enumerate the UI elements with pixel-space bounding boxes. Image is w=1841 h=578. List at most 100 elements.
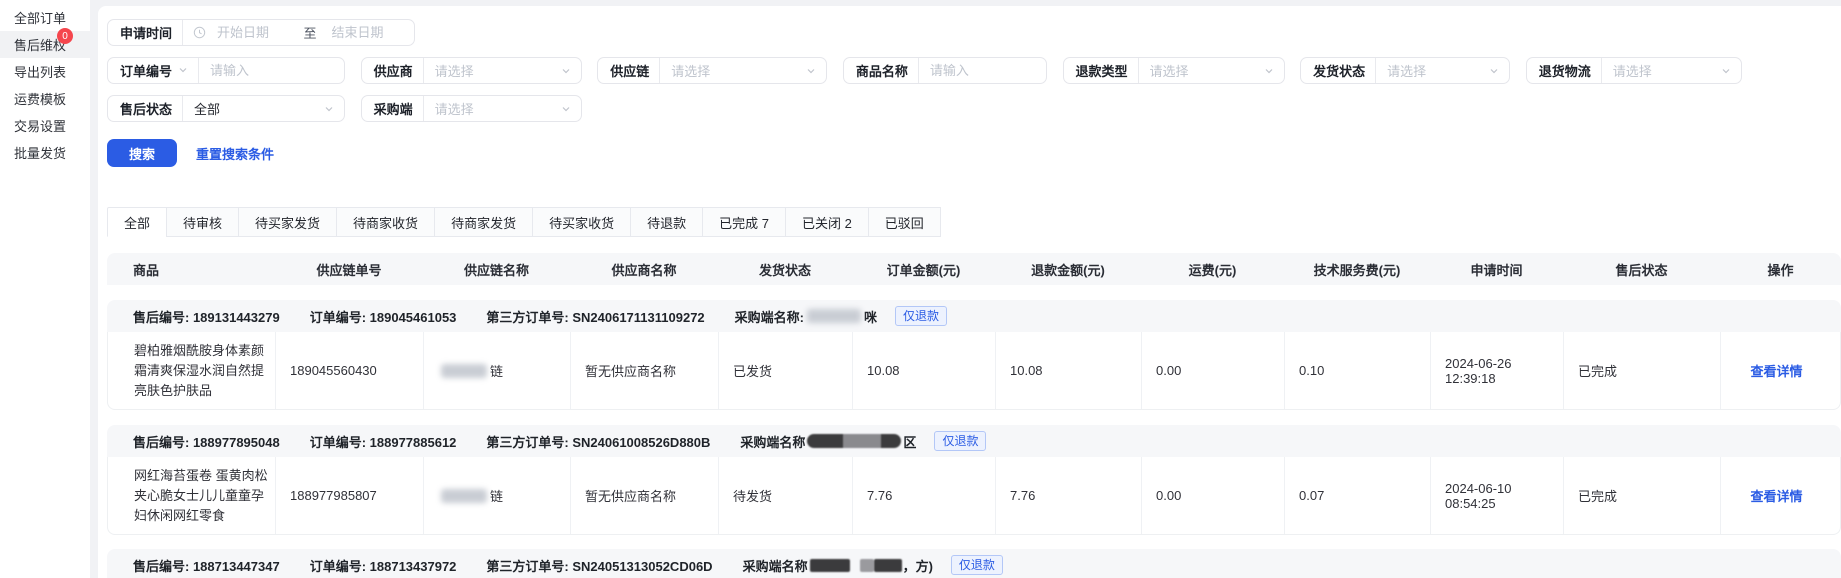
redacted-text (807, 434, 901, 448)
tab-buyer-to-ship[interactable]: 待买家发货 (238, 207, 337, 237)
start-date-input[interactable] (206, 25, 299, 40)
sidebar-item-trade-settings[interactable]: 交易设置 (0, 112, 90, 139)
sidebar-item-label: 运费模板 (14, 89, 66, 108)
supplier-select-placeholder: 请选择 (424, 61, 561, 80)
refund-type-select-placeholder: 请选择 (1139, 61, 1264, 80)
refund-amount: 10.08 (996, 332, 1142, 409)
filter-actions: 搜索 重置搜索条件 (107, 139, 1841, 167)
clock-icon (193, 26, 206, 39)
reset-search-link[interactable]: 重置搜索条件 (196, 144, 274, 163)
order-no: 订单编号: 189045461053 (310, 307, 457, 326)
order-block: 售后编号: 188977895048 订单编号: 188977885612 第三… (107, 425, 1841, 535)
tab-pending-review[interactable]: 待审核 (166, 207, 239, 237)
tab-buyer-to-receive[interactable]: 待买家收货 (532, 207, 631, 237)
sidebar-item-all-orders[interactable]: 全部订单 (0, 4, 90, 31)
after-sale-status: 已完成 (1564, 332, 1721, 409)
redacted-text (441, 489, 487, 503)
refund-type-filter[interactable]: 退款类型 请选择 (1063, 57, 1285, 84)
column-header: 商品 (107, 253, 275, 285)
tab-all[interactable]: 全部 (107, 207, 167, 237)
main-area: 申请时间 至 订单编号 供应商 (90, 0, 1841, 578)
search-button[interactable]: 搜索 (107, 139, 177, 167)
tab-rejected[interactable]: 已驳回 (868, 207, 941, 237)
sidebar-item-batch-ship[interactable]: 批量发货 (0, 139, 90, 166)
purchaser-name: 采购端名称 ，方) (743, 556, 933, 575)
chevron-down-icon (178, 63, 188, 78)
sidebar-item-after-sales[interactable]: 售后维权 0 (0, 31, 90, 58)
refund-only-badge[interactable]: 仅退款 (895, 306, 947, 326)
view-detail-link[interactable]: 查看详情 (1750, 361, 1802, 380)
table-row: 网红海苔蛋卷 蛋黄肉松夹心脆女士儿儿童童孕妇休闲网红零食 18897798580… (107, 457, 1841, 535)
redacted-text (810, 559, 850, 572)
freight: 0.00 (1142, 457, 1285, 534)
supplier-filter[interactable]: 供应商 请选择 (361, 57, 582, 84)
action-cell: 查看详情 (1721, 457, 1841, 534)
order-group-header: 售后编号: 188977895048 订单编号: 188977885612 第三… (107, 425, 1841, 457)
sidebar-item-label: 全部订单 (14, 8, 66, 27)
sidebar-item-label: 交易设置 (14, 116, 66, 135)
chevron-down-icon (561, 104, 571, 114)
order-no-filter: 订单编号 (107, 57, 345, 84)
table-row: 碧柏雅烟酰胺身体素颜霜清爽保湿水润自然提亮肤色护肤品 189045560430 … (107, 332, 1841, 410)
tab-merchant-to-receive[interactable]: 待商家收货 (336, 207, 435, 237)
supply-chain-no: 188977985807 (276, 457, 424, 534)
refund-only-badge[interactable]: 仅退款 (934, 431, 986, 451)
return-logistics-filter[interactable]: 退货物流 请选择 (1526, 57, 1742, 84)
supply-chain-name: 链 (424, 332, 571, 409)
tab-closed[interactable]: 已关闭 2 (785, 207, 869, 237)
tech-service-fee: 0.07 (1285, 457, 1431, 534)
order-no-input[interactable] (199, 63, 344, 78)
action-cell: 查看详情 (1721, 332, 1841, 409)
filter-row-date: 申请时间 至 (107, 19, 1841, 46)
order-block: 售后编号: 189131443279 订单编号: 189045461053 第三… (107, 300, 1841, 410)
column-header: 退款金额(元) (995, 253, 1141, 285)
end-date-input[interactable] (321, 25, 414, 40)
after-sale-status-filter[interactable]: 售后状态 全部 (107, 95, 345, 122)
after-sale-no: 售后编号: 188977895048 (133, 432, 280, 451)
refund-only-badge[interactable]: 仅退款 (951, 555, 1003, 575)
sidebar-item-freight-template[interactable]: 运费模板 (0, 85, 90, 112)
tab-merchant-to-ship[interactable]: 待商家发货 (434, 207, 533, 237)
view-detail-link[interactable]: 查看详情 (1750, 486, 1802, 505)
column-header: 技术服务费(元) (1284, 253, 1430, 285)
ship-status-select-placeholder: 请选择 (1376, 61, 1489, 80)
supplier-name: 暂无供应商名称 (571, 332, 719, 409)
page: 全部订单 售后维权 0 导出列表 运费模板 交易设置 批量发货 申请时间 至 (0, 0, 1841, 578)
ship-status: 已发货 (719, 332, 853, 409)
supply-chain-name: 链 (424, 457, 571, 534)
tech-service-fee: 0.10 (1285, 332, 1431, 409)
tab-pending-refund[interactable]: 待退款 (630, 207, 703, 237)
tab-completed[interactable]: 已完成 7 (702, 207, 786, 237)
column-header: 供应商名称 (570, 253, 718, 285)
supplier-name: 暂无供应商名称 (571, 457, 719, 534)
supply-chain-select-placeholder: 请选择 (660, 61, 806, 80)
redacted-text (807, 309, 861, 323)
chevron-down-icon (324, 104, 334, 114)
order-group-header: 售后编号: 188713447347 订单编号: 188713437972 第三… (107, 549, 1841, 578)
ship-status-filter[interactable]: 发货状态 请选择 (1300, 57, 1510, 84)
sidebar-item-label: 导出列表 (14, 62, 66, 81)
purchaser-name: 采购端名称 区 (740, 432, 916, 451)
ship-status-filter-label: 发货状态 (1301, 61, 1375, 80)
content-card: 申请时间 至 订单编号 供应商 (98, 6, 1841, 578)
order-no-filter-label[interactable]: 订单编号 (108, 61, 198, 80)
chevron-down-icon (561, 66, 571, 76)
column-header: 订单金额(元) (852, 253, 995, 285)
product-name: 碧柏雅烟酰胺身体素颜霜清爽保湿水润自然提亮肤色护肤品 (108, 332, 276, 409)
product-name-input[interactable] (919, 63, 1046, 78)
redacted-text (860, 559, 874, 572)
apply-time: 2024-06-26 12:39:18 (1431, 332, 1564, 409)
order-group-header: 售后编号: 189131443279 订单编号: 189045461053 第三… (107, 300, 1841, 332)
purchaser-filter[interactable]: 采购端 请选择 (361, 95, 582, 122)
supply-chain-filter[interactable]: 供应链 请选择 (597, 57, 827, 84)
freight: 0.00 (1142, 332, 1285, 409)
third-party-order-no: 第三方订单号: SN24061008526D880B (486, 432, 710, 451)
apply-time: 2024-06-10 08:54:25 (1431, 457, 1564, 534)
chevron-down-icon (806, 66, 816, 76)
sidebar-item-export-list[interactable]: 导出列表 (0, 58, 90, 85)
chevron-down-icon (1264, 66, 1274, 76)
sidebar: 全部订单 售后维权 0 导出列表 运费模板 交易设置 批量发货 (0, 0, 90, 578)
column-header: 发货状态 (718, 253, 852, 285)
return-logistics-filter-label: 退货物流 (1527, 61, 1601, 80)
chevron-down-icon (1721, 66, 1731, 76)
